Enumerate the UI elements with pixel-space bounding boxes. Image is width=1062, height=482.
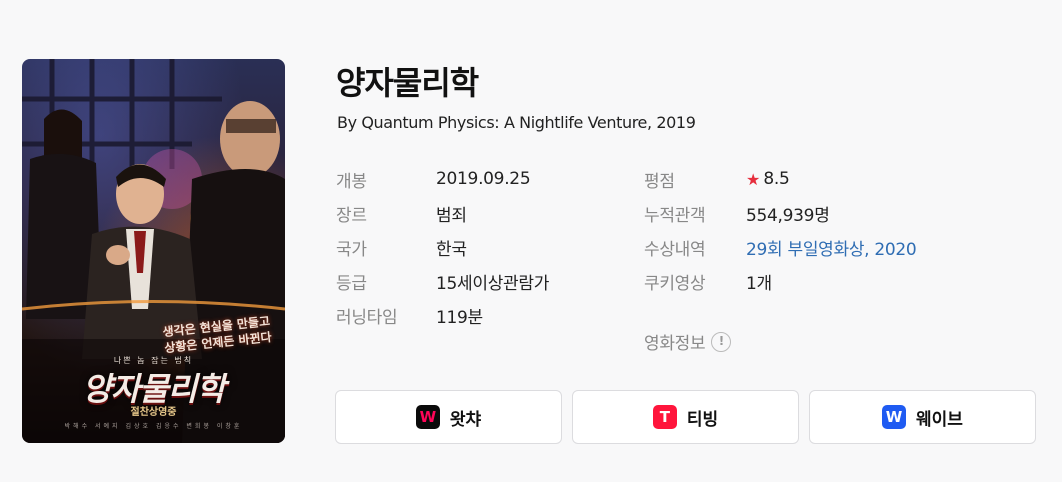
- info-row-cookie: 쿠키영상 1개: [644, 264, 916, 298]
- watcha-logo-icon: W: [415, 405, 440, 429]
- info-label: 쿠키영상: [644, 273, 706, 294]
- info-value: 119분: [436, 307, 483, 328]
- info-value: 15세이상관람가: [436, 273, 550, 294]
- movie-poster[interactable]: 생각은 현실을 만들고 상황은 언제든 바뀐다 나쁜 놈 잡는 법칙 양자물리학…: [22, 59, 285, 443]
- info-value: 2019.09.25: [436, 169, 531, 189]
- movie-info-link[interactable]: 영화정보 !: [644, 329, 732, 354]
- info-right-column: 평점 ★ 8.5 누적관객 554,939명 수상내역 29회 부일영화상, 2…: [644, 162, 917, 298]
- tving-logo-icon: T: [652, 405, 677, 429]
- info-label: 수상내역: [644, 239, 706, 260]
- info-row-awards: 수상내역 29회 부일영화상, 2020: [644, 230, 917, 264]
- movie-original-title: By Quantum Physics: A Nightlife Venture,…: [337, 113, 696, 132]
- info-value: 한국: [436, 239, 467, 260]
- wavve-button[interactable]: W 웨이브: [809, 390, 1036, 444]
- info-row-score: 평점 ★ 8.5: [644, 162, 916, 196]
- info-label: 개봉: [336, 171, 367, 192]
- info-value: 1개: [746, 273, 772, 294]
- info-value: 554,939명: [746, 205, 830, 226]
- info-icon[interactable]: !: [711, 331, 732, 352]
- info-label: 평점: [644, 171, 675, 192]
- info-row-runtime: 러닝타임 119분: [336, 298, 549, 332]
- awards-link[interactable]: 29회 부일영화상, 2020: [746, 235, 917, 260]
- info-label: 등급: [336, 273, 367, 294]
- movie-title: 양자물리학: [336, 64, 479, 102]
- info-label: 누적관객: [644, 205, 706, 226]
- info-row-audience: 누적관객 554,939명: [644, 196, 916, 230]
- info-value: 8.5: [763, 169, 790, 189]
- info-label: 국가: [336, 239, 367, 260]
- info-row-genre: 장르 범죄: [336, 196, 549, 230]
- info-row-rating-grade: 등급 15세이상관람가: [336, 264, 549, 298]
- star-icon: ★: [746, 169, 761, 189]
- wavve-label: 웨이브: [916, 409, 963, 430]
- tving-label: 티빙: [686, 409, 719, 430]
- info-label: 장르: [336, 205, 367, 226]
- watcha-label: 왓챠: [449, 409, 482, 430]
- info-label: 러닝타임: [336, 307, 398, 328]
- info-value: 범죄: [436, 205, 467, 226]
- info-left-column: 개봉 2019.09.25 장르 범죄 국가 한국 등급 15세이상관람가 러닝…: [336, 162, 549, 332]
- movie-detail-page: 생각은 현실을 만들고 상황은 언제든 바뀐다 나쁜 놈 잡는 법칙 양자물리학…: [0, 0, 1062, 482]
- movie-info-label: 영화정보: [644, 334, 706, 354]
- info-row-country: 국가 한국: [336, 230, 549, 264]
- poster-credits: 박해수 서예지 김상호 김응수 변희봉 이창훈: [64, 423, 243, 430]
- poster-subtitle: 절찬상영중: [130, 407, 177, 418]
- wavve-logo-icon: W: [882, 405, 907, 429]
- info-row-release: 개봉 2019.09.25: [336, 162, 549, 196]
- tving-button[interactable]: T 티빙: [572, 390, 799, 444]
- watcha-button[interactable]: W 왓챠: [335, 390, 562, 444]
